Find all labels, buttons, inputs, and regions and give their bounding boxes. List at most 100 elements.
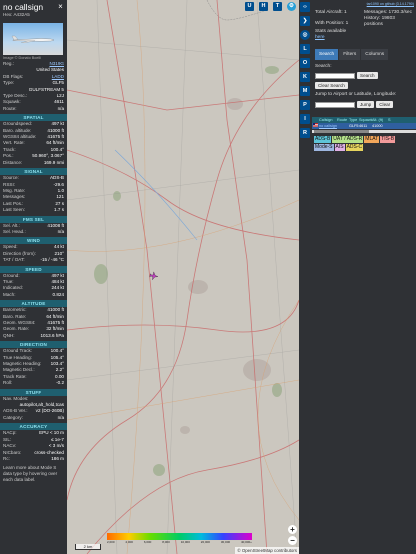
info-value: n/a [57, 414, 64, 420]
history-count: History: 19803 positions [364, 16, 395, 27]
zoom-out-button[interactable]: − [288, 536, 297, 545]
info-value: 1013.6 hPa [40, 332, 64, 338]
aircraft-photo[interactable] [3, 23, 63, 55]
map-view[interactable]: U H T ⚙ + − 2,000 4,000 6,000 8,000 10,000 20… [67, 0, 299, 554]
table-cell: 4611 [359, 124, 368, 128]
info-label: Category: [3, 414, 23, 420]
range-rings-icon[interactable]: ◎ [300, 30, 310, 40]
altitude-tick-label: 20,000 [200, 540, 210, 544]
side-button-o[interactable]: O [300, 58, 310, 68]
jump-label: Jump to Airport or Latitude, Longitude: [315, 92, 397, 97]
altitude-tick-label: 2,000 [107, 540, 115, 544]
nav-arrow-icon[interactable]: ❯ [300, 16, 310, 26]
close-icon[interactable]: × [56, 2, 65, 11]
info-value: -15 / -46 °C [40, 257, 64, 263]
search-label: Search: [315, 64, 332, 69]
clear-button[interactable]: Clear [376, 101, 394, 108]
search-tab-body: Search: Search Clear Search Jump to Airp… [312, 60, 416, 112]
aircraft-sections: SPATIAL Groundspeed: 497 kt Baro. altitude:… [0, 114, 67, 462]
table-scrollbar[interactable] [312, 130, 416, 133]
map-attribution[interactable]: © OpenStreetMap contributors [235, 547, 299, 554]
legend-item[interactable]: ADS-B [314, 136, 332, 143]
info-row: Category: n/a [0, 415, 67, 421]
altitude-ticks: 2,000 4,000 6,000 8,000 10,000 20,000 30,000 40… [107, 540, 252, 544]
section-header[interactable]: SPEED [0, 265, 67, 273]
search-button[interactable]: Search [357, 72, 378, 79]
panel-tabs: Search Filters Columns [312, 49, 416, 60]
info-value: 169.9 nmi [43, 159, 64, 165]
info-label: Roll: [3, 380, 13, 386]
altitude-tick-label: 8,000 [162, 540, 170, 544]
info-value: n/a [57, 105, 64, 111]
map-button-h[interactable]: H [259, 2, 268, 11]
info-label: Sel. Head.: [3, 228, 26, 234]
section-header[interactable]: SIGNAL [0, 168, 67, 176]
info-label: Reg.: [3, 61, 14, 66]
legend-item[interactable]: UAT / ADS-R [332, 136, 364, 143]
stats-link[interactable]: here [315, 35, 325, 40]
section-header[interactable]: DIRECTION [0, 341, 67, 349]
tab-filters[interactable]: Filters [339, 49, 361, 60]
table-cell: 41000 [372, 124, 383, 128]
info-row: Roll: -0.2 [0, 380, 67, 386]
side-button-p[interactable]: P [300, 100, 310, 110]
side-button-i[interactable]: I [300, 114, 310, 124]
altitude-tick-label: 40,000+ [240, 540, 252, 544]
tab-columns[interactable]: Columns [361, 49, 389, 60]
zoom-in-button[interactable]: + [288, 525, 297, 534]
info-row: Distance: 169.9 nmi [0, 160, 67, 166]
side-button-column: ‹› ❯ ◎ LOKMPIR [299, 0, 312, 554]
jump-button[interactable]: Jump [357, 101, 375, 108]
altitude-tick-label: 30,000 [220, 540, 231, 544]
info-value: -0.2 [56, 380, 64, 386]
info-label: Mach: [3, 291, 16, 297]
tab-search[interactable]: Search [315, 49, 339, 60]
info-row: Mach: 0.824 [0, 292, 67, 298]
jet-image [11, 35, 55, 43]
legend-item[interactable]: ADS-C [345, 144, 364, 151]
table-cell [388, 123, 396, 129]
total-aircraft: Total Aircraft: 1 [315, 10, 347, 15]
help-note: Learn more about Mode S data type by hov… [3, 465, 58, 483]
side-button-k[interactable]: K [300, 72, 310, 82]
side-button-l[interactable]: L [300, 44, 310, 54]
stats-box: Total Aircraft: 1 With Position: 1 Stats… [312, 6, 416, 41]
clear-search-button[interactable]: Clear Search [315, 82, 348, 89]
info-label: Route: [3, 105, 17, 111]
section-header[interactable]: SPATIAL [0, 114, 67, 122]
altitude-tick-label: 6,000 [143, 540, 152, 544]
map-scale: 2 km [75, 544, 101, 550]
info-value: n/a [57, 228, 64, 234]
legend-item[interactable]: AIS [334, 144, 345, 151]
altitude-tick-label: 4,000 [125, 540, 133, 544]
info-value: 1.7 s [54, 207, 64, 213]
side-button-m[interactable]: M [300, 86, 310, 96]
section-header[interactable]: ACCURACY [0, 423, 67, 431]
section-header[interactable]: FMS SEL [0, 215, 67, 223]
table-cell: GLF5 [349, 124, 359, 128]
info-row: Last Seen: 1.7 s [0, 207, 67, 213]
section-header[interactable]: STUFF [0, 388, 67, 396]
info-value: 186 m [51, 455, 64, 461]
table-cell[interactable]: no callsign [319, 123, 337, 129]
altitude-color-bar [107, 533, 252, 540]
info-row: TAT / OAT: -15 / -46 °C [0, 257, 67, 263]
jump-input[interactable] [315, 101, 355, 108]
map-button-u[interactable]: U [245, 2, 254, 11]
map-button-t[interactable]: T [273, 2, 282, 11]
info-label: QNH: [3, 332, 15, 338]
info-label: Distance: [3, 159, 23, 165]
section-header[interactable]: ALTITUDE [0, 300, 67, 308]
collapse-panel-icon[interactable]: ‹› [300, 2, 310, 12]
legend-item[interactable]: MLAT [364, 136, 380, 143]
side-button-r[interactable]: R [300, 128, 310, 138]
section-header[interactable]: WIND [0, 237, 67, 245]
info-row: Route: n/a [0, 106, 67, 112]
search-input[interactable] [315, 72, 355, 79]
with-position: With Position: 1 [315, 21, 349, 26]
legend-item[interactable]: Mode-S [314, 144, 334, 151]
legend-item[interactable]: TIS-B [380, 136, 396, 143]
settings-gear-icon[interactable]: ⚙ [287, 2, 296, 11]
table-row[interactable]: no callsign GLF5 4611 41000 [312, 123, 416, 129]
hex-code: Hex: A432A5 [3, 12, 30, 17]
